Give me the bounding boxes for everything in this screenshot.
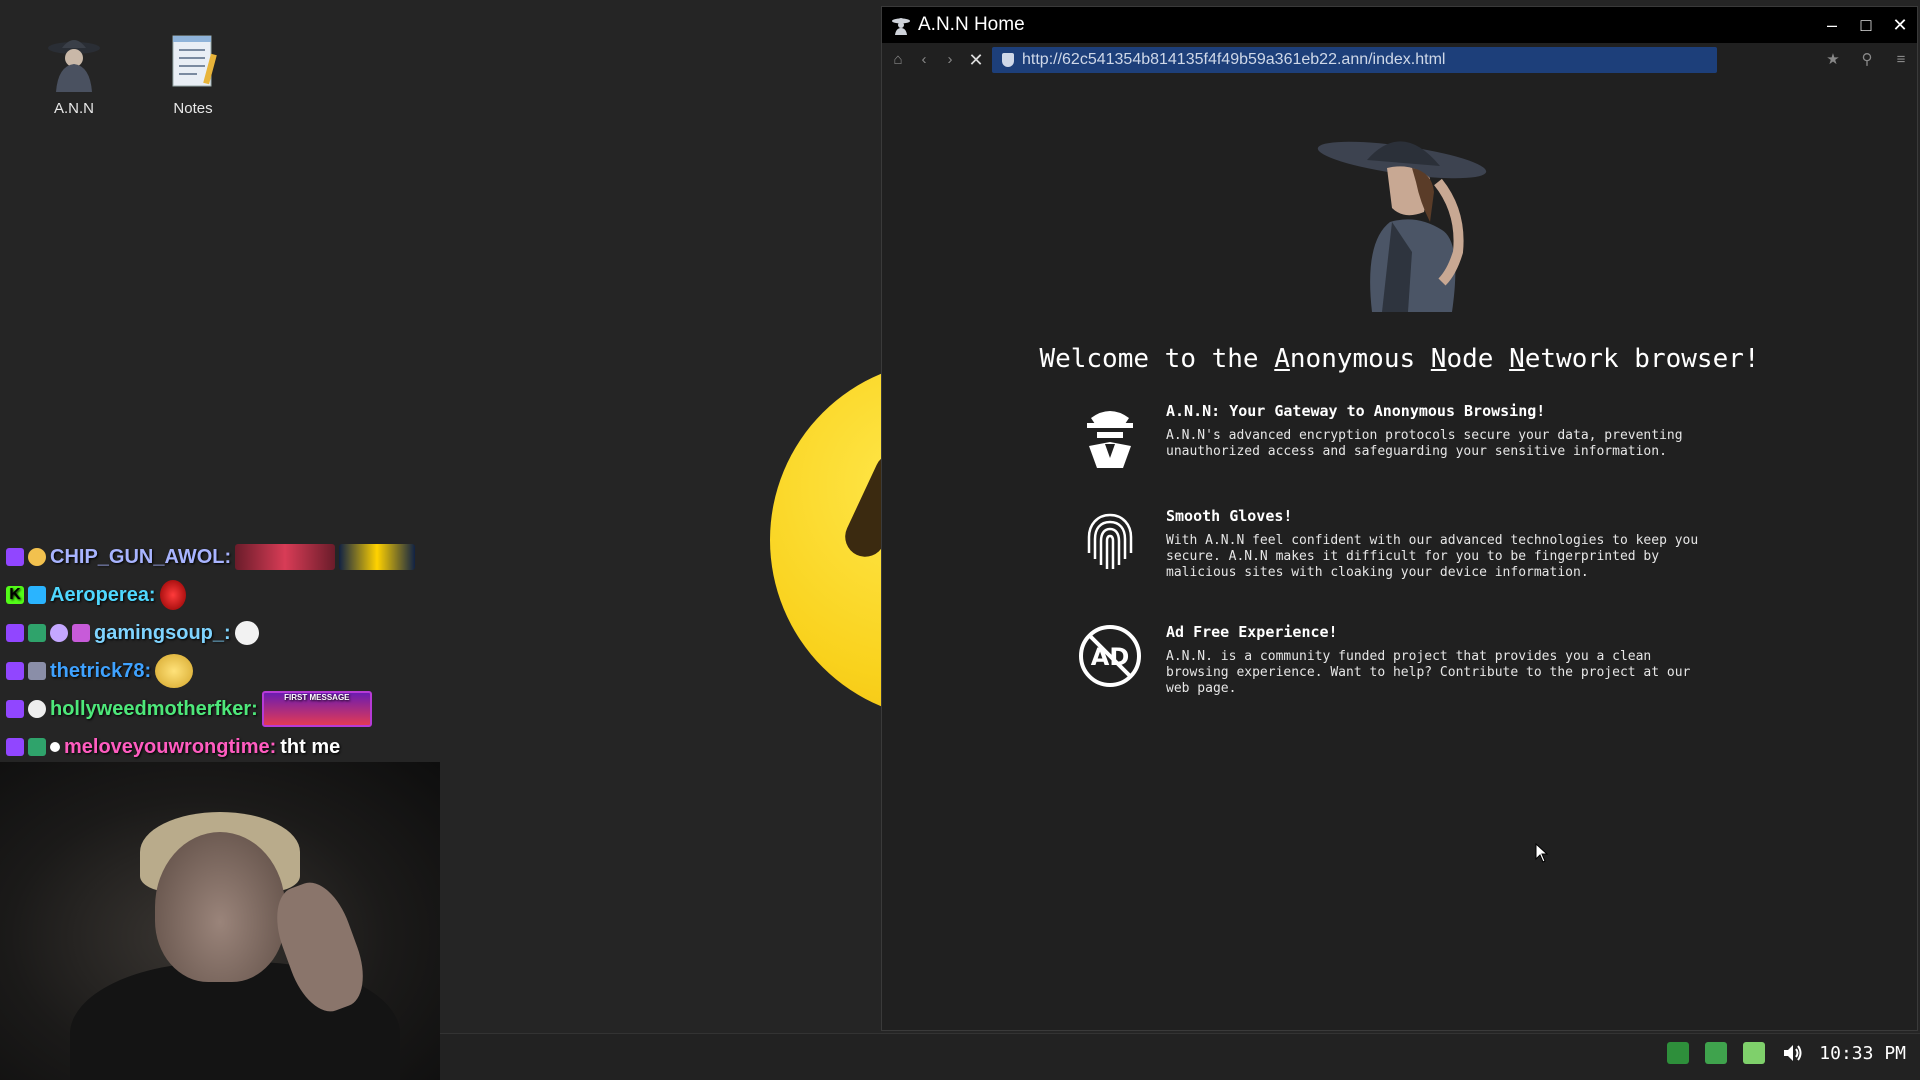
welcome-heading: Welcome to the Anonymous Node Network br…	[1039, 344, 1760, 374]
chat-line: meloveyouwrongtime: tht me	[0, 728, 440, 762]
webcam-person-head	[155, 832, 285, 982]
stream-chat-overlay: CHIP_GUN_AWOL: K Aeroperea: gamingsoup_:…	[0, 538, 440, 762]
taskbar: 10:33 PM	[440, 1033, 1920, 1080]
search-icon[interactable]: ⚲	[1857, 50, 1877, 70]
webcam-feed	[0, 762, 440, 1080]
home-icon[interactable]: ⌂	[888, 50, 908, 70]
chat-message: tht me	[280, 735, 341, 758]
sub-badge-icon	[28, 738, 46, 756]
browser-toolbar: ⌂ ‹ › ✕ http://62c541354b814135f4f49b59a…	[882, 43, 1917, 77]
sub-badge-icon	[28, 624, 46, 642]
minimize-button[interactable]: –	[1815, 15, 1849, 36]
desktop-icon-label: A.N.N	[53, 100, 94, 117]
emote-icon	[159, 580, 186, 610]
emote-icon	[235, 544, 336, 570]
spy-agent-icon	[1087, 411, 1133, 468]
notepad-icon	[172, 35, 217, 87]
chat-line: thetrick78:	[0, 652, 440, 690]
chat-username: CHIP_GUN_AWOL:	[50, 545, 232, 568]
user-badge-icon	[28, 662, 46, 680]
dot-badge-icon	[50, 742, 60, 752]
twitch-badge-icon	[6, 548, 24, 566]
chat-username: meloveyouwrongtime:	[64, 735, 277, 758]
ann-spy-logo	[1317, 141, 1487, 312]
window-title-bar[interactable]: A.N.N Home – □ ✕	[882, 7, 1917, 43]
feature-ad-free: AD Ad Free Experience! A.N.N. is a commu…	[1077, 623, 1717, 697]
fingerprint-icon	[1087, 513, 1133, 569]
chat-username: Aeroperea:	[50, 583, 156, 606]
close-button[interactable]: ✕	[1883, 15, 1917, 36]
spy-icon	[48, 40, 100, 92]
forward-icon[interactable]: ›	[940, 50, 960, 70]
chat-line: CHIP_GUN_AWOL:	[0, 538, 440, 576]
address-bar[interactable]: http://62c541354b814135f4f49b59a361eb22.…	[992, 47, 1717, 73]
feature-description: A.N.N's advanced encryption protocols se…	[1166, 428, 1683, 459]
emote-icon	[155, 654, 194, 688]
chat-username: gamingsoup_:	[94, 621, 231, 644]
chat-line: hollyweedmotherfker: FIRST MESSAGE	[0, 690, 440, 728]
feature-smooth-gloves: Smooth Gloves! With A.N.N feel confident…	[1077, 507, 1717, 581]
browser-window: A.N.N Home – □ ✕ ⌂ ‹ › ✕ http://62c54135…	[881, 6, 1918, 1031]
emote-badge-icon	[28, 548, 46, 566]
emote-icon	[339, 544, 416, 570]
feature-anonymous-browsing: A.N.N: Your Gateway to Anonymous Browsin…	[1077, 402, 1717, 468]
stop-loading-icon[interactable]: ✕	[966, 50, 986, 70]
desktop-icon-ann[interactable]: A.N.N	[24, 30, 124, 117]
emote-icon	[234, 621, 259, 645]
twitch-badge-icon	[6, 738, 24, 756]
window-title: A.N.N Home	[918, 14, 1025, 35]
round-badge-icon	[50, 624, 68, 642]
bookmark-star-icon[interactable]: ★	[1823, 50, 1843, 70]
skull-badge-icon	[28, 700, 46, 718]
chat-line: K Aeroperea:	[0, 576, 440, 614]
feature-title: A.N.N: Your Gateway to Anonymous Browsin…	[1166, 402, 1546, 420]
system-tray: 10:33 PM	[1667, 1042, 1906, 1064]
twitch-badge-icon	[6, 662, 24, 680]
feature-title: Smooth Gloves!	[1166, 507, 1293, 525]
no-ads-icon: AD	[1079, 625, 1141, 687]
network-tray-icon[interactable]	[1705, 1042, 1728, 1064]
taskbar-clock[interactable]: 10:33 PM	[1819, 1043, 1906, 1064]
spy-icon	[892, 18, 910, 35]
emote-first-message: FIRST MESSAGE	[261, 691, 372, 727]
back-icon[interactable]: ‹	[914, 50, 934, 70]
chat-username: hollyweedmotherfker:	[50, 697, 258, 720]
monitor-tray-icon[interactable]	[1743, 1042, 1766, 1064]
web-page-content: Welcome to the Anonymous Node Network br…	[882, 77, 1917, 1030]
pink-badge-icon	[72, 624, 90, 642]
twitch-badge-icon	[6, 624, 24, 642]
shield-icon	[1002, 53, 1014, 67]
feature-title: Ad Free Experience!	[1166, 623, 1338, 641]
kick-badge-icon: K	[6, 586, 24, 604]
desktop-icon-notes[interactable]: Notes	[143, 30, 243, 117]
maximize-button[interactable]: □	[1849, 15, 1883, 36]
cube-badge-icon	[28, 586, 46, 604]
volume-icon[interactable]	[1781, 1042, 1803, 1064]
chat-line: gamingsoup_:	[0, 614, 440, 652]
url-text: http://62c541354b814135f4f49b59a361eb22.…	[1022, 51, 1446, 68]
twitch-badge-icon	[6, 700, 24, 718]
feature-description: A.N.N. is a community funded project tha…	[1166, 649, 1691, 696]
green-app-tray-icon[interactable]	[1667, 1042, 1690, 1064]
menu-icon[interactable]: ≡	[1891, 50, 1911, 70]
desktop-icon-label: Notes	[173, 100, 213, 117]
mouse-cursor-icon	[1535, 843, 1549, 863]
feature-description: With A.N.N feel confident with our advan…	[1166, 533, 1699, 580]
chat-username: thetrick78:	[50, 659, 152, 682]
